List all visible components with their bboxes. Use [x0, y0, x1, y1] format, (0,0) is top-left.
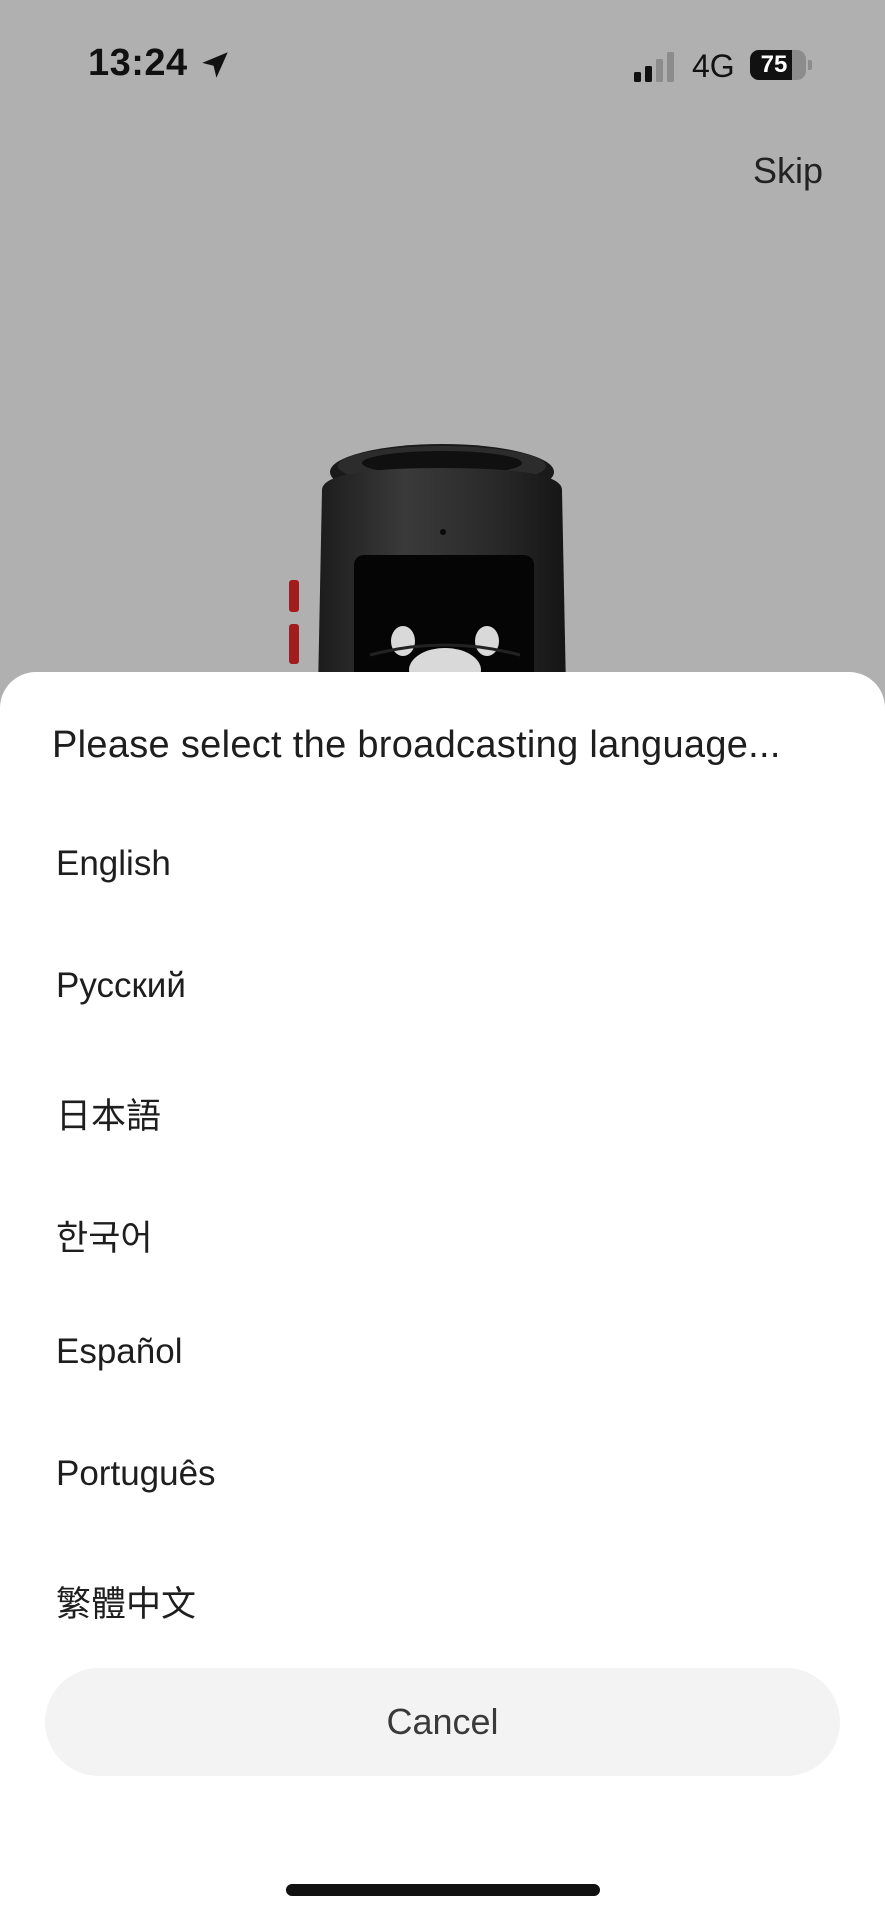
home-indicator[interactable]	[286, 1884, 600, 1896]
language-option-traditional-chinese[interactable]: 繁體中文	[0, 1534, 885, 1656]
cancel-label: Cancel	[386, 1701, 499, 1742]
signal-bars-icon	[634, 52, 674, 82]
language-label: Español	[56, 1332, 183, 1371]
device-illustration	[289, 444, 566, 690]
language-option-japanese[interactable]: 日本語	[0, 1046, 885, 1168]
language-option-portuguese[interactable]: Português	[0, 1412, 885, 1534]
battery-level: 75	[760, 51, 788, 78]
battery-icon: 75	[750, 50, 812, 80]
language-label: 한국어	[56, 1219, 153, 1258]
sheet-title: Please select the broadcasting language.…	[52, 724, 781, 766]
battery-body: 75	[750, 50, 806, 80]
language-option-korean[interactable]: 한국어	[0, 1168, 885, 1290]
language-label: English	[56, 844, 171, 883]
language-option-spanish[interactable]: Español	[0, 1290, 885, 1412]
battery-tip	[808, 60, 812, 70]
language-option-english[interactable]: English	[0, 802, 885, 924]
language-label: Português	[56, 1454, 216, 1493]
language-label: 繁體中文	[56, 1585, 197, 1624]
app-screen: 13:24 4G 75 Skip Please select the broad…	[0, 0, 885, 1920]
status-time: 13:24	[88, 42, 188, 84]
cancel-button[interactable]: Cancel	[45, 1668, 840, 1776]
language-picker-sheet: Please select the broadcasting language.…	[0, 672, 885, 1920]
location-arrow-icon	[202, 52, 228, 78]
language-label: Русский	[56, 966, 186, 1005]
network-type: 4G	[692, 48, 735, 84]
language-label: 日本語	[56, 1097, 162, 1136]
language-option-russian[interactable]: Русский	[0, 924, 885, 1046]
skip-button[interactable]: Skip	[753, 150, 823, 192]
status-bar: 13:24 4G 75	[0, 0, 885, 130]
language-list: English Русский 日本語 한국어 Español Portuguê…	[0, 802, 885, 1656]
